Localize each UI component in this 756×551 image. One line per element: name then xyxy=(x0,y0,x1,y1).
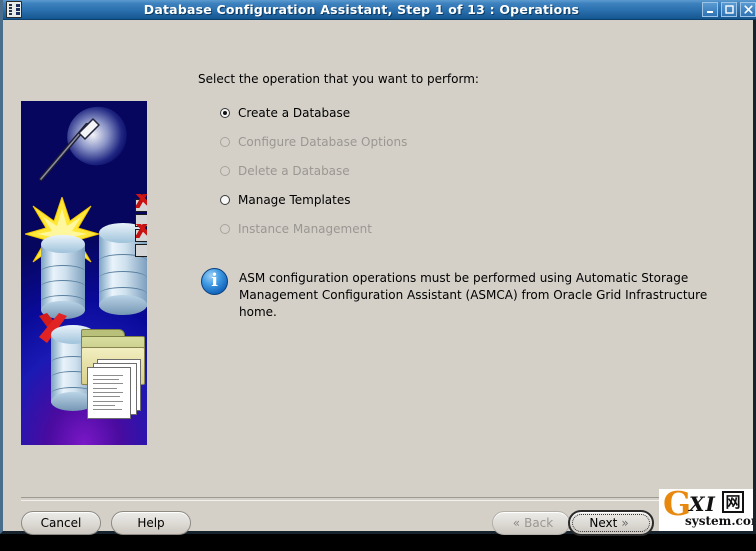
operations-pane: Select the operation that you want to pe… xyxy=(198,20,738,480)
back-button: « Back xyxy=(492,511,570,535)
back-button-label: Back xyxy=(524,516,554,530)
window-client-area: Select the operation that you want to pe… xyxy=(3,20,753,536)
radio-label: Create a Database xyxy=(238,105,351,120)
radio-indicator xyxy=(220,165,230,176)
cancel-button[interactable]: Cancel xyxy=(21,511,101,535)
help-button-label: Help xyxy=(137,516,165,530)
radio-indicator xyxy=(220,223,230,234)
info-icon xyxy=(201,268,228,295)
watermark-cn: 网 xyxy=(722,491,744,513)
watermark-xi: XI xyxy=(689,492,716,516)
operation-radio-group[interactable]: Create a Database Configure Database Opt… xyxy=(220,98,700,243)
minimize-button[interactable] xyxy=(702,2,718,17)
window-controls xyxy=(702,2,756,17)
database-cylinder-icon xyxy=(41,235,85,319)
next-button[interactable]: Next » xyxy=(568,510,654,536)
footer-button-bar: Cancel Help « Back Next » xyxy=(3,507,753,551)
radio-option-instance-management: Instance Management xyxy=(220,214,700,243)
watermark: G XI 网 system.com xyxy=(659,489,753,531)
footer-divider xyxy=(21,497,735,501)
chevron-left-icon: « xyxy=(512,516,521,530)
checklist-icon xyxy=(135,194,147,259)
radio-option-configure-database-options: Configure Database Options xyxy=(220,127,700,156)
radio-indicator[interactable] xyxy=(220,194,230,205)
radio-option-manage-templates[interactable]: Manage Templates xyxy=(220,185,700,214)
radio-indicator[interactable] xyxy=(220,107,230,118)
info-message: ASM configuration operations must be per… xyxy=(198,268,728,321)
magic-wand-icon xyxy=(38,118,100,182)
radio-option-delete-a-database: Delete a Database xyxy=(220,156,700,185)
document-icon xyxy=(87,367,131,419)
cancel-button-label: Cancel xyxy=(40,516,82,530)
maximize-button[interactable] xyxy=(721,2,737,17)
help-button[interactable]: Help xyxy=(111,511,191,535)
radio-label: Delete a Database xyxy=(238,163,350,178)
radio-indicator xyxy=(220,136,230,147)
application-window: Database Configuration Assistant, Step 1… xyxy=(0,0,756,536)
radio-label: Configure Database Options xyxy=(238,134,408,149)
page-title: Select the operation that you want to pe… xyxy=(198,72,479,86)
info-message-line-1: ASM configuration operations must be per… xyxy=(239,271,689,285)
database-wizard-illustration xyxy=(21,101,147,445)
title-bar[interactable]: Database Configuration Assistant, Step 1… xyxy=(3,0,756,20)
radio-label: Instance Management xyxy=(238,221,372,236)
radio-option-create-a-database[interactable]: Create a Database xyxy=(220,98,700,127)
dialog-content: Select the operation that you want to pe… xyxy=(3,20,753,480)
radio-label: Manage Templates xyxy=(238,192,351,207)
info-message-line-2: Management Configuration Assistant (ASMC… xyxy=(239,288,708,319)
window-title: Database Configuration Assistant, Step 1… xyxy=(143,2,580,17)
app-icon xyxy=(6,1,22,18)
watermark-domain: system.com xyxy=(685,514,753,528)
close-button[interactable] xyxy=(740,2,756,17)
